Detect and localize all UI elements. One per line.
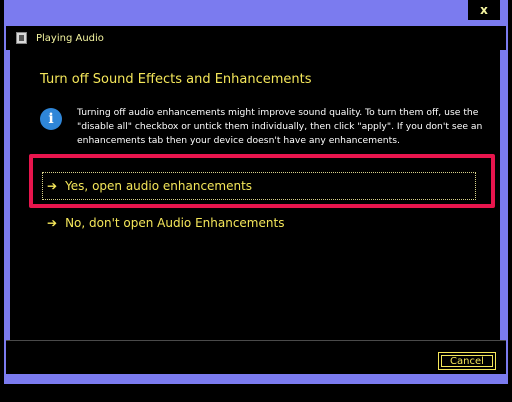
title-bar: Playing Audio (6, 26, 506, 50)
no-dont-open-enhancements-button[interactable]: ➔ No, don't open Audio Enhancements (42, 209, 284, 237)
cancel-label: Cancel (450, 355, 484, 367)
close-icon: x (480, 3, 488, 17)
option-label: Yes, open audio enhancements (65, 179, 253, 193)
bottom-strip (0, 384, 512, 402)
speaker-document-icon (16, 32, 27, 44)
window-title: Playing Audio (36, 32, 104, 44)
screen-background: x Playing Audio Turn off Sound Effects a… (0, 0, 512, 402)
cancel-button[interactable]: Cancel (438, 352, 496, 370)
close-button[interactable]: x (468, 0, 500, 20)
info-icon: i (40, 108, 62, 130)
option-label: No, don't open Audio Enhancements (65, 216, 285, 230)
footer-bar: Cancel (6, 340, 506, 374)
page-title: Turn off Sound Effects and Enhancements (40, 72, 312, 87)
info-description: Turning off audio enhancements might imp… (77, 107, 483, 146)
arrow-right-icon: ➔ (47, 216, 58, 230)
arrow-right-icon: ➔ (47, 179, 58, 193)
yes-open-enhancements-button[interactable]: ➔ Yes, open audio enhancements (42, 172, 476, 200)
